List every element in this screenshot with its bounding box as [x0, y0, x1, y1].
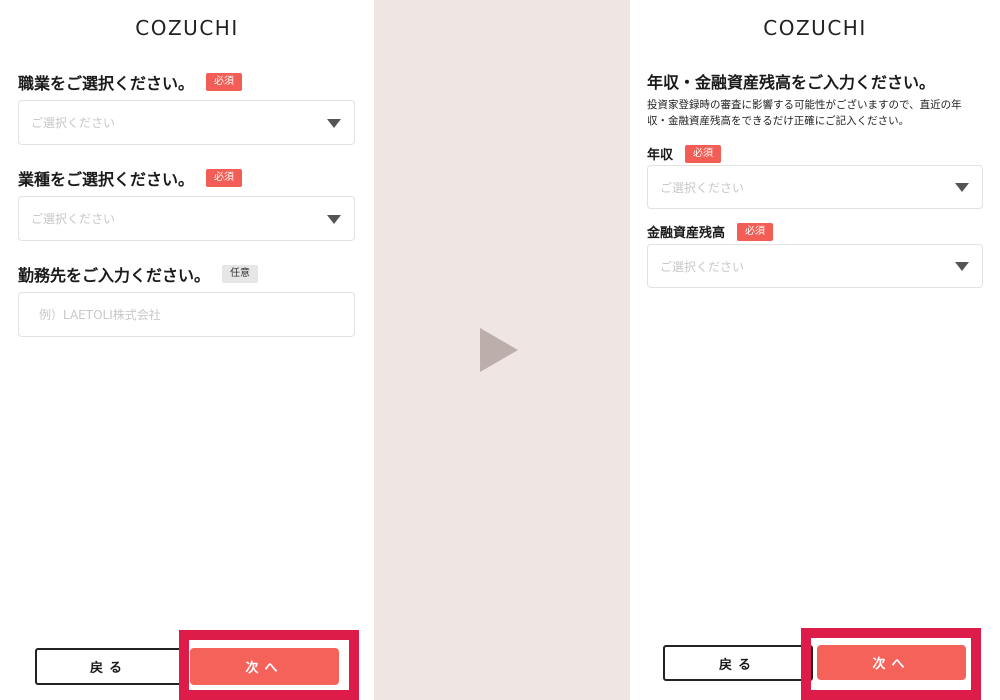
- annual-income-label-row: 年収 必須: [647, 144, 722, 163]
- financial-assets-placeholder: ご選択ください: [660, 259, 745, 274]
- financial-assets-label-row: 金融資産残高 必須: [647, 222, 774, 241]
- industry-label-row: 業種をご選択ください。 必須: [18, 166, 243, 190]
- required-badge: 必須: [737, 222, 774, 241]
- industry-placeholder: ご選択ください: [31, 212, 116, 226]
- employer-placeholder: 例）LAETOLI株式会社: [39, 308, 161, 322]
- annual-income-select[interactable]: ご選択ください: [647, 165, 983, 209]
- optional-badge: 任意: [222, 265, 259, 283]
- occupation-label: 職業をご選択ください。: [18, 74, 195, 93]
- dropdown-caret-icon: [955, 183, 969, 192]
- financial-assets-label: 金融資産残高: [647, 226, 726, 241]
- transition-divider: [374, 0, 630, 700]
- annual-income-placeholder: ご選択ください: [660, 180, 745, 195]
- employer-input[interactable]: 例）LAETOLI株式会社: [18, 292, 355, 337]
- employer-label-row: 勤務先をご入力ください。 任意: [18, 262, 259, 286]
- occupation-select[interactable]: ご選択ください: [18, 100, 355, 145]
- occupation-label-row: 職業をご選択ください。 必須: [18, 70, 243, 94]
- income-assets-heading-row: 年収・金融資産残高をご入力ください。: [647, 69, 935, 93]
- back-button[interactable]: 戻る: [35, 648, 183, 685]
- required-badge: 必須: [685, 144, 722, 163]
- play-arrow-icon: [480, 328, 518, 372]
- financial-assets-select[interactable]: ご選択ください: [647, 244, 983, 288]
- industry-select[interactable]: ご選択ください: [18, 196, 355, 241]
- required-badge: 必須: [206, 169, 243, 187]
- step-one-panel: COZUCHI 職業をご選択ください。 必須 ご選択ください 業種をご選択くださ…: [0, 0, 374, 700]
- back-button[interactable]: 戻る: [663, 645, 813, 681]
- income-assets-heading: 年収・金融資産残高をご入力ください。: [647, 73, 936, 92]
- occupation-placeholder: ご選択ください: [31, 116, 116, 130]
- employer-label: 勤務先をご入力ください。: [18, 266, 211, 285]
- next-button[interactable]: 次へ: [817, 645, 966, 680]
- description-line: 収・金融資産残高をできるだけ正確にご記入ください。: [647, 115, 910, 127]
- next-button[interactable]: 次へ: [190, 648, 339, 685]
- brand-logo: COZUCHI: [763, 16, 867, 40]
- annual-income-label: 年収: [647, 148, 674, 163]
- dropdown-caret-icon: [327, 214, 341, 224]
- dropdown-caret-icon: [955, 262, 969, 271]
- industry-label: 業種をご選択ください。: [18, 170, 195, 189]
- income-assets-description: 投資家登録時の審査に影響する可能性がございますので、直近の年 収・金融資産残高を…: [647, 97, 987, 129]
- dropdown-caret-icon: [327, 118, 341, 128]
- required-badge: 必須: [206, 73, 243, 91]
- step-two-panel: COZUCHI 年収・金融資産残高をご入力ください。 投資家登録時の審査に影響す…: [630, 0, 1000, 700]
- description-line: 投資家登録時の審査に影響する可能性がございますので、直近の年: [647, 99, 962, 111]
- brand-logo: COZUCHI: [135, 16, 239, 40]
